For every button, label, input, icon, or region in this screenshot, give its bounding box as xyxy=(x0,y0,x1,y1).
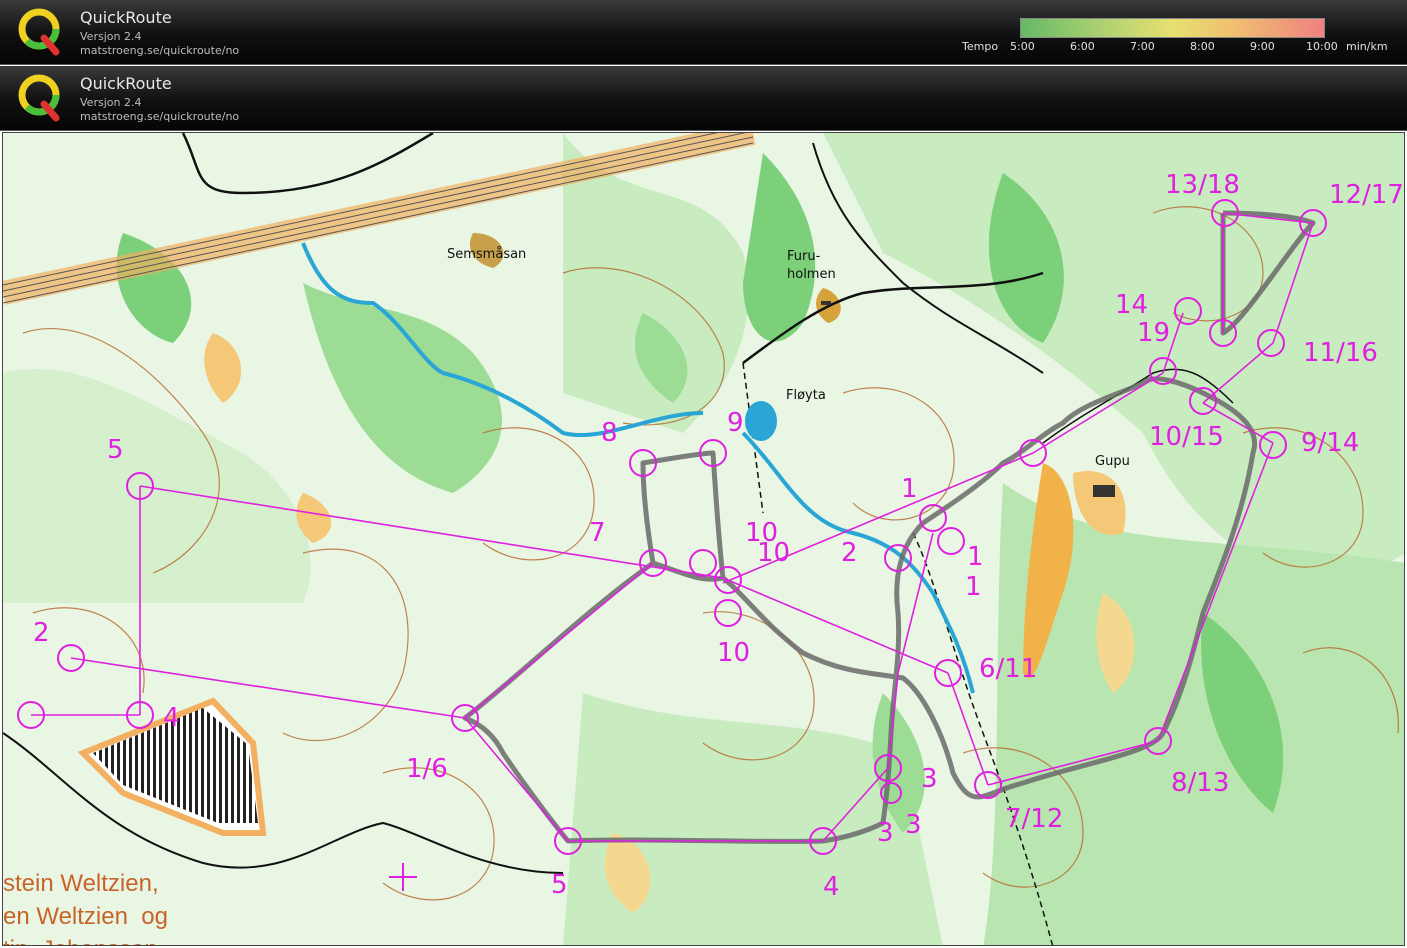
control-label: 4 xyxy=(823,872,840,902)
control-label: 7/12 xyxy=(1005,804,1063,834)
control-label: 2 xyxy=(33,618,50,648)
control-label: 1 xyxy=(967,542,984,572)
place-name-gupu: Gupu xyxy=(1095,454,1130,469)
credit-line: tin Johansson xyxy=(3,936,158,945)
control-label: 3 xyxy=(921,764,938,794)
orienteering-map[interactable]: Semsmåsan Furu- holmen Fløyta Gupu 5 2 4… xyxy=(2,132,1405,946)
tempo-label: Tempo xyxy=(962,40,999,53)
control-label: 19 xyxy=(1137,318,1170,348)
control-label: 13/18 xyxy=(1165,170,1240,200)
lake-floyta xyxy=(745,401,777,441)
app-version: Versjon 2.4 xyxy=(80,96,142,109)
control-label: 12/17 xyxy=(1329,180,1404,210)
quickroute-logo-icon xyxy=(18,74,60,122)
control-label: 7 xyxy=(589,518,606,548)
tempo-tick: 6:00 xyxy=(1070,40,1095,53)
control-label: 9/14 xyxy=(1301,428,1359,458)
control-label: 1/6 xyxy=(406,754,448,784)
control-label: 5 xyxy=(107,435,124,465)
tempo-color-scale xyxy=(1020,18,1325,38)
control-label: 2 xyxy=(841,538,858,568)
control-label: 3 xyxy=(905,810,922,840)
tempo-tick: 7:00 xyxy=(1130,40,1155,53)
app-header-secondary: QuickRoute Versjon 2.4 matstroeng.se/qui… xyxy=(0,66,1407,131)
map-credit: stein Weltzien, en Weltzien og tin Johan… xyxy=(3,867,168,945)
credit-line: stein Weltzien, xyxy=(3,870,159,897)
control-label: 9 xyxy=(727,408,744,438)
control-label: 3 xyxy=(877,818,894,848)
control-label: 8/13 xyxy=(1171,768,1229,798)
tempo-unit: min/km xyxy=(1346,40,1388,53)
quickroute-logo-icon xyxy=(18,8,60,56)
control-label: 11/16 xyxy=(1303,338,1378,368)
hut-icon xyxy=(821,301,831,305)
place-name-floyta: Fløyta xyxy=(786,388,826,403)
control-label: 6/11 xyxy=(979,654,1037,684)
place-name-furu: Furu- xyxy=(787,249,821,264)
map-canvas: Semsmåsan Furu- holmen Fløyta Gupu 5 2 4… xyxy=(3,133,1404,945)
control-label: 1 xyxy=(965,572,982,602)
tempo-tick: 9:00 xyxy=(1250,40,1275,53)
control-label: 10 xyxy=(757,538,790,568)
control-label: 10/15 xyxy=(1149,422,1224,452)
building-icon xyxy=(1093,485,1115,497)
control-label: 4 xyxy=(163,703,180,733)
control-label: 5 xyxy=(551,870,568,900)
app-version: Versjon 2.4 xyxy=(80,30,142,43)
place-name-semsmasan: Semsmåsan xyxy=(447,247,526,262)
app-title: QuickRoute xyxy=(80,8,172,27)
tempo-tick: 8:00 xyxy=(1190,40,1215,53)
control-label: 10 xyxy=(717,638,750,668)
control-label: 8 xyxy=(601,418,618,448)
app-url[interactable]: matstroeng.se/quickroute/no xyxy=(80,110,239,123)
place-name-holmen: holmen xyxy=(787,267,836,282)
tempo-tick: 5:00 xyxy=(1010,40,1035,53)
control-label: 1 xyxy=(901,474,918,504)
credit-line: en Weltzien og xyxy=(3,903,168,930)
tempo-tick: 10:00 xyxy=(1306,40,1338,53)
app-url[interactable]: matstroeng.se/quickroute/no xyxy=(80,44,239,57)
app-title: QuickRoute xyxy=(80,74,172,93)
app-header: QuickRoute Versjon 2.4 matstroeng.se/qui… xyxy=(0,0,1407,65)
control-label: 14 xyxy=(1115,290,1148,320)
